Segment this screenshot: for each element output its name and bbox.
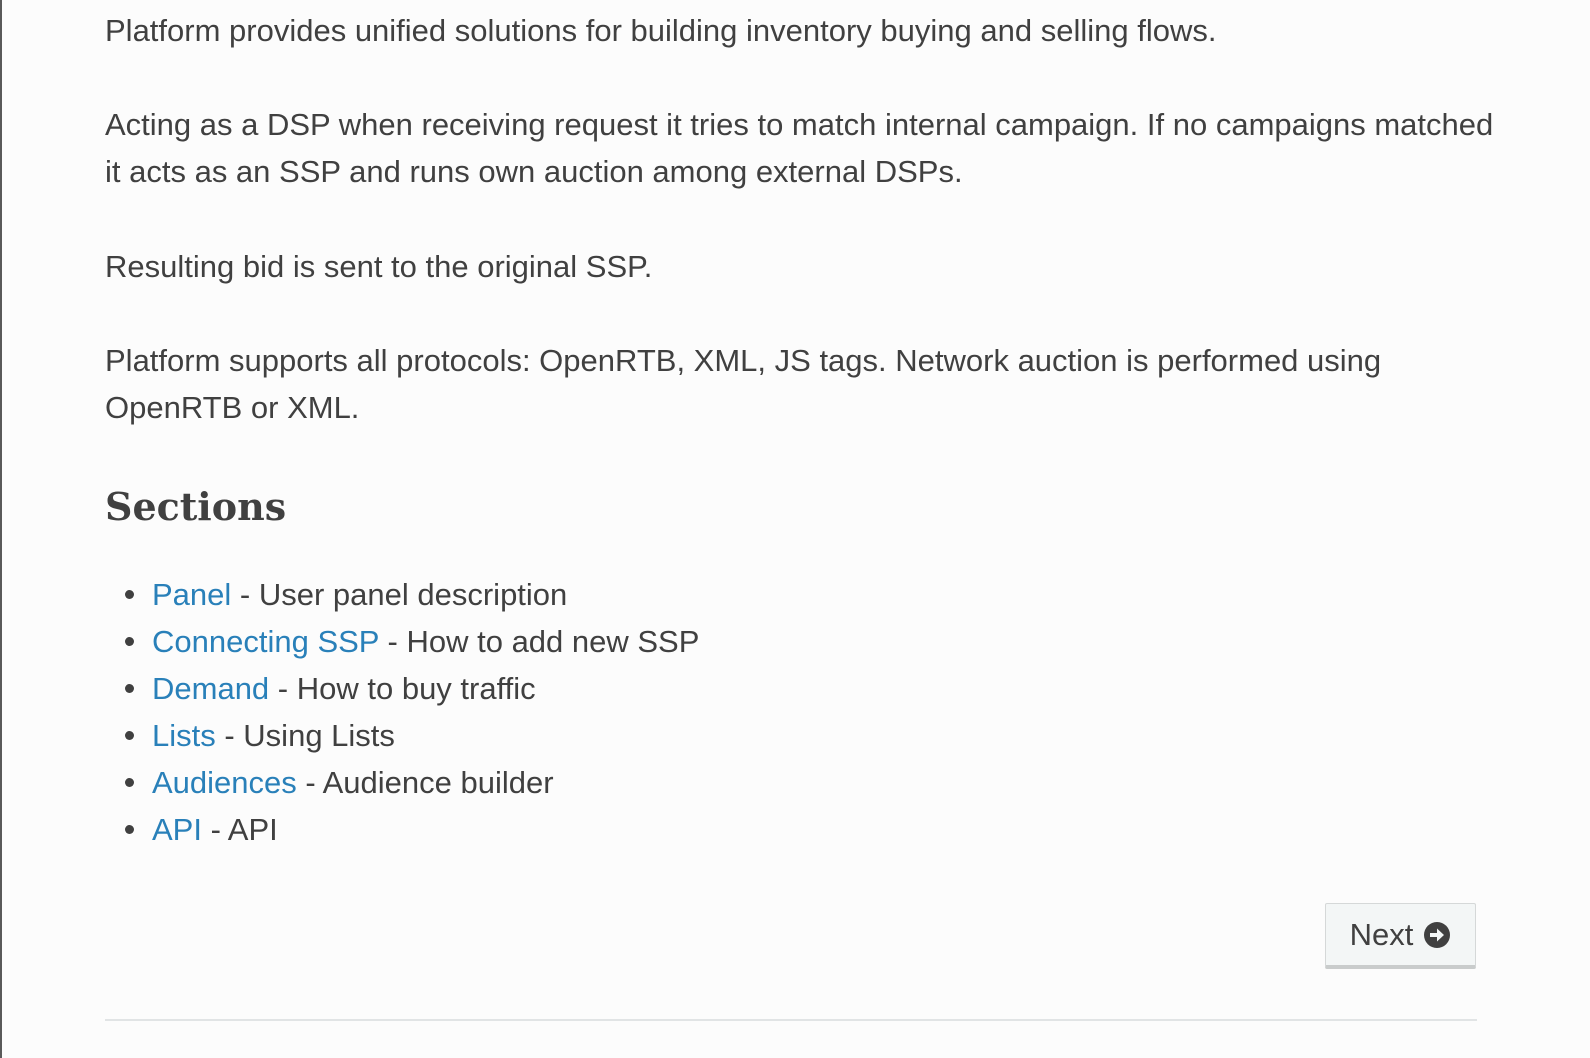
list-item-description: - Audience builder — [296, 765, 554, 800]
list-item-description: - Using Lists — [215, 718, 395, 753]
arrow-circle-right-icon — [1423, 921, 1451, 949]
bullet-icon — [125, 637, 134, 646]
list-item: Connecting SSP - How to add new SSP — [125, 618, 700, 665]
footer-divider — [105, 1019, 1477, 1021]
link-demand[interactable]: Demand — [152, 671, 269, 706]
intro-paragraph-4: Platform supports all protocols: OpenRTB… — [105, 343, 1382, 425]
intro-paragraph-3: Resulting bid is sent to the original SS… — [105, 249, 653, 284]
list-item: Audiences - Audience builder — [125, 759, 699, 806]
list-item-description: - API — [201, 812, 278, 847]
intro-paragraph-2: Acting as a DSP when receiving request i… — [105, 107, 1494, 189]
link-lists[interactable]: Lists — [152, 718, 216, 753]
list-item-description: - How to add new SSP — [378, 624, 700, 659]
intro-paragraph-1: Platform provides unified solutions for … — [105, 13, 1217, 48]
bullet-icon — [125, 590, 134, 599]
left-border — [0, 0, 2, 1058]
bullet-icon — [125, 684, 134, 693]
bullet-icon — [125, 825, 134, 834]
next-button-label: Next — [1349, 916, 1414, 952]
link-panel[interactable]: Panel — [152, 577, 231, 612]
link-api[interactable]: API — [152, 812, 202, 847]
link-audiences[interactable]: Audiences — [152, 765, 297, 800]
next-button[interactable]: Next — [1325, 903, 1476, 969]
sections-heading: Sections — [105, 484, 287, 529]
list-item: API - API — [125, 806, 699, 853]
list-item: Lists - Using Lists — [125, 712, 699, 759]
list-item: Panel - User panel description — [125, 571, 699, 618]
bullet-icon — [125, 778, 134, 787]
bullet-icon — [125, 731, 134, 740]
list-item-description: - How to buy traffic — [269, 671, 536, 706]
sections-list: Panel - User panel description Connectin… — [105, 571, 699, 853]
link-connecting-ssp[interactable]: Connecting SSP — [152, 624, 379, 659]
list-item: Demand - How to buy traffic — [125, 665, 699, 712]
list-item-description: - User panel description — [231, 577, 568, 612]
